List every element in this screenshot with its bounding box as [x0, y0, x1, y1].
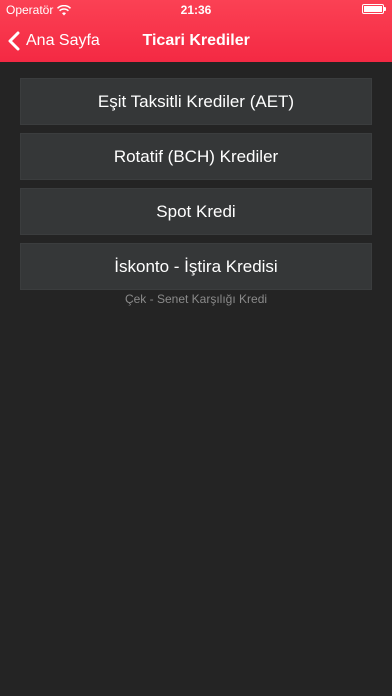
- menu-item-spot-loan[interactable]: Spot Kredi: [20, 188, 372, 235]
- menu-item-revolving-loans[interactable]: Rotatif (BCH) Krediler: [20, 133, 372, 180]
- status-bar: Operatör 21:36: [0, 0, 392, 20]
- page-title: Ticari Krediler: [142, 32, 250, 49]
- menu-item-equal-installment-loans[interactable]: Eşit Taksitli Krediler (AET): [20, 78, 372, 125]
- navigation-bar: Ana Sayfa Ticari Krediler: [0, 20, 392, 62]
- status-time: 21:36: [180, 3, 212, 17]
- back-button[interactable]: Ana Sayfa: [8, 20, 100, 62]
- back-button-label: Ana Sayfa: [26, 32, 100, 49]
- app-header: Operatör 21:36 Ana Sayfa Ticari Krediler: [0, 0, 392, 62]
- loan-type-menu: Eşit Taksitli Krediler (AET) Rotatif (BC…: [20, 78, 372, 298]
- battery-level: [364, 6, 382, 12]
- chevron-left-icon: [8, 31, 20, 51]
- discount-loan-subtitle: Çek - Senet Karşılığı Kredi: [124, 292, 268, 306]
- battery-icon: [362, 4, 386, 14]
- menu-item-discount-loan[interactable]: İskonto - İştira Kredisi: [20, 243, 372, 290]
